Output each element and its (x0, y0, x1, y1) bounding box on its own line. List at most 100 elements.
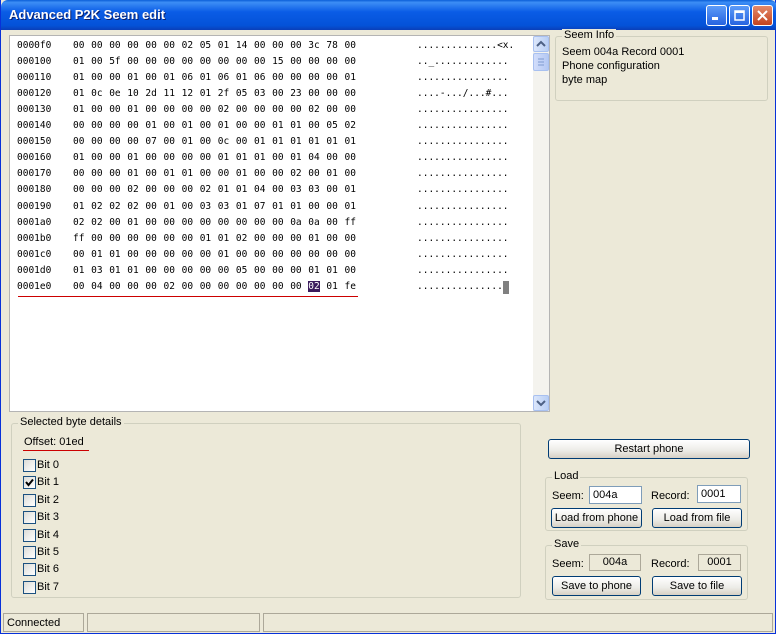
hex-byte[interactable]: 00 (145, 217, 156, 228)
hex-byte[interactable]: 06 (254, 72, 265, 83)
hex-byte[interactable]: 00 (345, 249, 356, 260)
hex-byte[interactable]: 01 (182, 168, 193, 179)
hex-row-ascii[interactable]: .._............. (417, 56, 509, 67)
hex-byte[interactable]: 00 (200, 265, 211, 276)
hex-byte[interactable]: 02 (91, 201, 102, 212)
hex-byte[interactable]: 02 (218, 104, 229, 115)
hex-byte[interactable]: 00 (272, 281, 283, 292)
hex-byte[interactable]: 01 (345, 184, 356, 195)
hex-byte[interactable]: 00 (145, 72, 156, 83)
bit-2-label[interactable]: Bit 2 (37, 494, 59, 506)
bit-2-checkbox[interactable] (23, 493, 36, 507)
hex-byte[interactable]: 00 (254, 265, 265, 276)
hex-byte[interactable]: 00 (164, 265, 175, 276)
hex-byte[interactable]: 00 (73, 281, 84, 292)
hex-byte[interactable]: 01 (73, 72, 84, 83)
hex-byte[interactable]: 02 (127, 201, 138, 212)
hex-byte[interactable]: 00 (91, 56, 102, 67)
hex-byte[interactable]: 01 (308, 136, 319, 147)
bit-7-label[interactable]: Bit 7 (37, 581, 59, 593)
hex-byte[interactable]: 00 (218, 265, 229, 276)
hex-byte[interactable]: 00 (236, 281, 247, 292)
hex-byte[interactable]: 00 (272, 104, 283, 115)
hex-byte[interactable]: 00 (164, 120, 175, 131)
hex-byte[interactable]: 00 (164, 136, 175, 147)
hex-row-ascii[interactable]: ................ (417, 249, 509, 260)
hex-byte[interactable]: 00 (345, 88, 356, 99)
hex-byte[interactable]: 00 (272, 40, 283, 51)
hex-byte[interactable]: 00 (182, 56, 193, 67)
hex-byte[interactable]: 03 (254, 88, 265, 99)
hex-byte[interactable]: 01 (254, 136, 265, 147)
hex-byte[interactable]: 00 (272, 168, 283, 179)
hex-byte[interactable]: 00 (272, 249, 283, 260)
bit-5-label[interactable]: Bit 5 (37, 546, 59, 558)
title-bar[interactable]: Advanced P2K Seem edit (1, 0, 776, 30)
bit-4-label[interactable]: Bit 4 (37, 529, 59, 541)
load-from-file-button[interactable]: Load from file (652, 508, 742, 528)
hex-byte[interactable]: 00 (145, 168, 156, 179)
hex-byte[interactable]: 01 (200, 233, 211, 244)
hex-byte[interactable]: 0a (308, 217, 319, 228)
hex-byte[interactable]: 00 (326, 72, 337, 83)
hex-byte[interactable]: 01 (164, 168, 175, 179)
hex-byte[interactable]: 00 (308, 120, 319, 131)
hex-byte[interactable]: 00 (272, 184, 283, 195)
hex-editor[interactable]: 0000f0 00 00 00 00 00 00 02 05 01 14 00 00 00 3c 78 00..… (9, 35, 550, 412)
hex-byte[interactable]: 00 (326, 217, 337, 228)
hex-byte[interactable]: 5f (109, 56, 120, 67)
load-seem-input[interactable] (589, 486, 642, 504)
hex-byte[interactable]: 00 (91, 152, 102, 163)
hex-byte[interactable]: 01 (272, 201, 283, 212)
hex-byte[interactable]: 01 (345, 72, 356, 83)
hex-byte[interactable]: 01 (272, 136, 283, 147)
bit-6-label[interactable]: Bit 6 (37, 563, 59, 575)
hex-byte[interactable]: 15 (272, 56, 283, 67)
hex-row-ascii[interactable]: ....-.../...#... (417, 88, 509, 99)
hex-byte[interactable]: 01 (290, 120, 301, 131)
hex-byte[interactable]: 01 (127, 217, 138, 228)
hex-byte[interactable]: 00 (109, 104, 120, 115)
hex-byte[interactable]: 00 (345, 265, 356, 276)
hex-byte[interactable]: 00 (109, 233, 120, 244)
hex-byte[interactable]: 02 (164, 281, 175, 292)
hex-byte[interactable]: 01 (200, 72, 211, 83)
close-button[interactable] (752, 5, 773, 26)
hex-byte[interactable]: 01 (236, 201, 247, 212)
hex-byte[interactable]: 00 (236, 217, 247, 228)
hex-byte[interactable]: 00 (290, 265, 301, 276)
hex-byte[interactable]: 2f (218, 88, 229, 99)
hex-byte[interactable]: 00 (290, 249, 301, 260)
hex-byte[interactable]: 00 (182, 152, 193, 163)
hex-row-ascii[interactable]: ................ (417, 201, 509, 212)
hex-byte[interactable]: 00 (272, 233, 283, 244)
hex-byte[interactable]: 02 (73, 217, 84, 228)
hex-byte[interactable]: 05 (326, 120, 337, 131)
hex-byte[interactable]: 00 (109, 168, 120, 179)
hex-byte[interactable]: 05 (236, 265, 247, 276)
hex-byte[interactable]: 00 (254, 281, 265, 292)
hex-byte[interactable]: 00 (200, 217, 211, 228)
hex-byte[interactable]: 00 (308, 168, 319, 179)
hex-byte[interactable]: 00 (236, 104, 247, 115)
hex-byte[interactable]: 00 (236, 120, 247, 131)
hex-byte[interactable]: 00 (345, 152, 356, 163)
bit-5-checkbox[interactable] (23, 546, 36, 559)
hex-byte[interactable]: 00 (326, 152, 337, 163)
minimize-button[interactable] (706, 5, 727, 26)
bit-1-checkbox[interactable] (23, 476, 36, 490)
hex-byte[interactable]: 01 (145, 120, 156, 131)
hex-byte[interactable]: 01 (127, 168, 138, 179)
hex-row-ascii[interactable]: ................ (417, 152, 509, 163)
hex-byte[interactable]: 00 (182, 184, 193, 195)
hex-byte[interactable]: 00 (164, 56, 175, 67)
hex-byte[interactable]: 00 (236, 56, 247, 67)
hex-row-ascii[interactable]: ................ (417, 265, 509, 276)
hex-byte[interactable]: 00 (218, 168, 229, 179)
hex-byte[interactable]: 00 (145, 281, 156, 292)
hex-byte[interactable]: 00 (145, 233, 156, 244)
hex-byte[interactable]: 0c (91, 88, 102, 99)
hex-byte[interactable]: 00 (164, 104, 175, 115)
hex-byte[interactable]: 00 (127, 281, 138, 292)
hex-byte[interactable]: 01 (218, 184, 229, 195)
